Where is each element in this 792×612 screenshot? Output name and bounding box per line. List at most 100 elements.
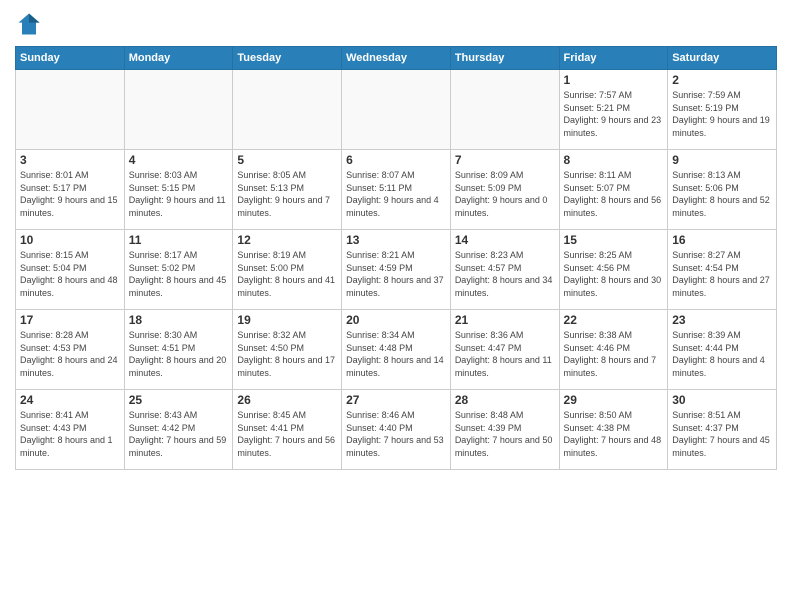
day-number: 28 [455, 393, 555, 407]
day-info: Sunrise: 8:45 AM Sunset: 4:41 PM Dayligh… [237, 409, 337, 459]
day-info: Sunrise: 8:32 AM Sunset: 4:50 PM Dayligh… [237, 329, 337, 379]
calendar-cell: 30 Sunrise: 8:51 AM Sunset: 4:37 PM Dayli… [668, 390, 777, 470]
day-info: Sunrise: 8:21 AM Sunset: 4:59 PM Dayligh… [346, 249, 446, 299]
calendar-header-row: SundayMondayTuesdayWednesdayThursdayFrid… [16, 47, 777, 70]
day-info: Sunrise: 7:59 AM Sunset: 5:19 PM Dayligh… [672, 89, 772, 139]
day-info: Sunrise: 8:48 AM Sunset: 4:39 PM Dayligh… [455, 409, 555, 459]
day-number: 12 [237, 233, 337, 247]
calendar-cell: 9 Sunrise: 8:13 AM Sunset: 5:06 PM Daylig… [668, 150, 777, 230]
calendar-cell: 22 Sunrise: 8:38 AM Sunset: 4:46 PM Dayli… [559, 310, 668, 390]
calendar-cell: 27 Sunrise: 8:46 AM Sunset: 4:40 PM Dayli… [342, 390, 451, 470]
day-number: 26 [237, 393, 337, 407]
calendar-cell: 8Sunrise: 8:11 AM Sunset: 5:07 PM Daylig… [559, 150, 668, 230]
day-info: Sunrise: 8:13 AM Sunset: 5:06 PM Dayligh… [672, 169, 772, 219]
day-number: 30 [672, 393, 772, 407]
calendar-cell: 4 Sunrise: 8:03 AM Sunset: 5:15 PM Daylig… [124, 150, 233, 230]
calendar-cell: 21 Sunrise: 8:36 AM Sunset: 4:47 PM Dayli… [450, 310, 559, 390]
calendar-cell [342, 70, 451, 150]
day-info: Sunrise: 8:15 AM Sunset: 5:04 PM Dayligh… [20, 249, 120, 299]
calendar-cell: 3Sunrise: 8:01 AM Sunset: 5:17 PM Daylig… [16, 150, 125, 230]
calendar-cell: 11 Sunrise: 8:17 AM Sunset: 5:02 PM Dayli… [124, 230, 233, 310]
day-info: Sunrise: 8:41 AM Sunset: 4:43 PM Dayligh… [20, 409, 120, 459]
calendar-cell: 23 Sunrise: 8:39 AM Sunset: 4:44 PM Dayli… [668, 310, 777, 390]
col-header-thursday: Thursday [450, 47, 559, 70]
calendar-cell: 20Sunrise: 8:34 AM Sunset: 4:48 PM Dayli… [342, 310, 451, 390]
calendar-cell: 12 Sunrise: 8:19 AM Sunset: 5:00 PM Dayli… [233, 230, 342, 310]
week-row-4: 24 Sunrise: 8:41 AM Sunset: 4:43 PM Dayli… [16, 390, 777, 470]
day-number: 5 [237, 153, 337, 167]
day-number: 23 [672, 313, 772, 327]
calendar-cell [450, 70, 559, 150]
day-number: 17 [20, 313, 120, 327]
day-info: Sunrise: 8:11 AM Sunset: 5:07 PM Dayligh… [564, 169, 664, 219]
day-number: 7 [455, 153, 555, 167]
logo-icon [15, 10, 43, 38]
day-info: Sunrise: 8:09 AM Sunset: 5:09 PM Dayligh… [455, 169, 555, 219]
col-header-friday: Friday [559, 47, 668, 70]
day-info: Sunrise: 8:46 AM Sunset: 4:40 PM Dayligh… [346, 409, 446, 459]
day-number: 27 [346, 393, 446, 407]
day-number: 1 [564, 73, 664, 87]
week-row-0: 1 Sunrise: 7:57 AM Sunset: 5:21 PM Daylig… [16, 70, 777, 150]
day-info: Sunrise: 8:17 AM Sunset: 5:02 PM Dayligh… [129, 249, 229, 299]
calendar-cell: 16 Sunrise: 8:27 AM Sunset: 4:54 PM Dayli… [668, 230, 777, 310]
day-info: Sunrise: 8:27 AM Sunset: 4:54 PM Dayligh… [672, 249, 772, 299]
calendar-cell: 1 Sunrise: 7:57 AM Sunset: 5:21 PM Daylig… [559, 70, 668, 150]
calendar-cell: 6Sunrise: 8:07 AM Sunset: 5:11 PM Daylig… [342, 150, 451, 230]
day-number: 18 [129, 313, 229, 327]
logo [15, 10, 47, 38]
day-info: Sunrise: 8:28 AM Sunset: 4:53 PM Dayligh… [20, 329, 120, 379]
header [15, 10, 777, 38]
day-info: Sunrise: 8:07 AM Sunset: 5:11 PM Dayligh… [346, 169, 446, 219]
col-header-sunday: Sunday [16, 47, 125, 70]
col-header-tuesday: Tuesday [233, 47, 342, 70]
col-header-wednesday: Wednesday [342, 47, 451, 70]
calendar-cell: 17 Sunrise: 8:28 AM Sunset: 4:53 PM Dayli… [16, 310, 125, 390]
day-number: 2 [672, 73, 772, 87]
calendar-table: SundayMondayTuesdayWednesdayThursdayFrid… [15, 46, 777, 470]
day-info: Sunrise: 8:38 AM Sunset: 4:46 PM Dayligh… [564, 329, 664, 379]
day-number: 29 [564, 393, 664, 407]
page-container: SundayMondayTuesdayWednesdayThursdayFrid… [0, 0, 792, 612]
calendar-cell: 5 Sunrise: 8:05 AM Sunset: 5:13 PM Daylig… [233, 150, 342, 230]
calendar-cell: 18 Sunrise: 8:30 AM Sunset: 4:51 PM Dayli… [124, 310, 233, 390]
calendar-cell: 14 Sunrise: 8:23 AM Sunset: 4:57 PM Dayli… [450, 230, 559, 310]
day-info: Sunrise: 8:03 AM Sunset: 5:15 PM Dayligh… [129, 169, 229, 219]
day-number: 24 [20, 393, 120, 407]
week-row-2: 10 Sunrise: 8:15 AM Sunset: 5:04 PM Dayli… [16, 230, 777, 310]
day-number: 10 [20, 233, 120, 247]
calendar-cell: 26 Sunrise: 8:45 AM Sunset: 4:41 PM Dayli… [233, 390, 342, 470]
calendar-cell: 15Sunrise: 8:25 AM Sunset: 4:56 PM Dayli… [559, 230, 668, 310]
day-number: 11 [129, 233, 229, 247]
day-info: Sunrise: 8:23 AM Sunset: 4:57 PM Dayligh… [455, 249, 555, 299]
day-number: 9 [672, 153, 772, 167]
day-number: 4 [129, 153, 229, 167]
day-info: Sunrise: 8:19 AM Sunset: 5:00 PM Dayligh… [237, 249, 337, 299]
day-number: 22 [564, 313, 664, 327]
day-info: Sunrise: 8:50 AM Sunset: 4:38 PM Dayligh… [564, 409, 664, 459]
day-number: 16 [672, 233, 772, 247]
calendar-cell [124, 70, 233, 150]
calendar-cell: 28 Sunrise: 8:48 AM Sunset: 4:39 PM Dayli… [450, 390, 559, 470]
day-number: 3 [20, 153, 120, 167]
col-header-saturday: Saturday [668, 47, 777, 70]
day-info: Sunrise: 8:36 AM Sunset: 4:47 PM Dayligh… [455, 329, 555, 379]
day-info: Sunrise: 8:39 AM Sunset: 4:44 PM Dayligh… [672, 329, 772, 379]
day-info: Sunrise: 8:05 AM Sunset: 5:13 PM Dayligh… [237, 169, 337, 219]
calendar-cell: 19Sunrise: 8:32 AM Sunset: 4:50 PM Dayli… [233, 310, 342, 390]
day-info: Sunrise: 8:51 AM Sunset: 4:37 PM Dayligh… [672, 409, 772, 459]
calendar-cell: 13 Sunrise: 8:21 AM Sunset: 4:59 PM Dayli… [342, 230, 451, 310]
day-info: Sunrise: 7:57 AM Sunset: 5:21 PM Dayligh… [564, 89, 664, 139]
calendar-cell: 2 Sunrise: 7:59 AM Sunset: 5:19 PM Daylig… [668, 70, 777, 150]
day-number: 21 [455, 313, 555, 327]
day-number: 15 [564, 233, 664, 247]
day-number: 13 [346, 233, 446, 247]
day-number: 20 [346, 313, 446, 327]
day-info: Sunrise: 8:30 AM Sunset: 4:51 PM Dayligh… [129, 329, 229, 379]
col-header-monday: Monday [124, 47, 233, 70]
calendar-cell: 10 Sunrise: 8:15 AM Sunset: 5:04 PM Dayli… [16, 230, 125, 310]
day-number: 14 [455, 233, 555, 247]
day-number: 25 [129, 393, 229, 407]
day-info: Sunrise: 8:43 AM Sunset: 4:42 PM Dayligh… [129, 409, 229, 459]
week-row-3: 17 Sunrise: 8:28 AM Sunset: 4:53 PM Dayli… [16, 310, 777, 390]
